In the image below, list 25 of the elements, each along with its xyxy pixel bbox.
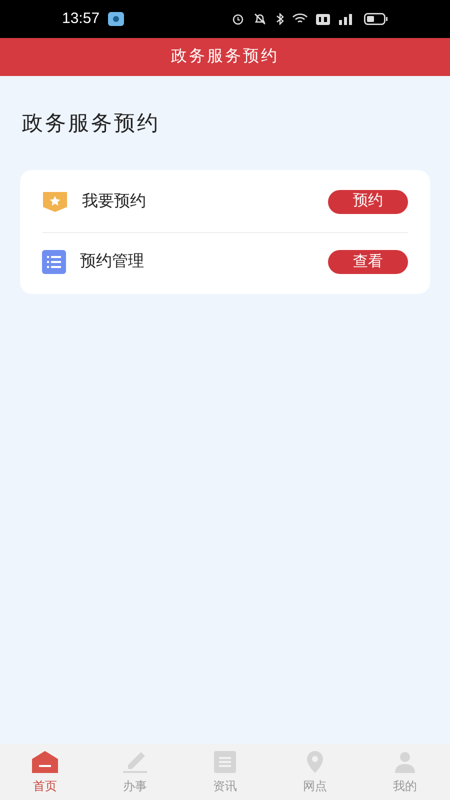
action-button[interactable]: 查看 <box>328 250 408 274</box>
wifi-icon <box>292 13 308 25</box>
alarm-icon <box>232 13 244 25</box>
list-icon <box>42 250 66 274</box>
mute-icon <box>252 13 268 25</box>
bluetooth-icon <box>276 13 284 25</box>
battery-icon <box>364 13 388 25</box>
person-icon <box>393 750 417 774</box>
star-badge-icon <box>42 190 68 212</box>
tab-item[interactable]: 办事 <box>90 744 180 800</box>
status-time: 13:57 <box>62 8 100 29</box>
service-label: 我要预约 <box>82 192 146 212</box>
tab-item[interactable]: 网点 <box>270 744 360 800</box>
location-pin-icon <box>305 750 325 774</box>
home-icon <box>31 750 59 774</box>
tab-item[interactable]: 我的 <box>360 744 450 800</box>
header-title: 政务服务预约 <box>171 47 279 67</box>
document-icon <box>213 750 237 774</box>
page-title: 政务服务预约 <box>22 111 160 137</box>
pencil-icon <box>121 750 149 774</box>
service-label: 预约管理 <box>80 252 144 272</box>
tab-item[interactable]: 首页 <box>0 744 90 800</box>
action-button[interactable]: 预约 <box>328 190 408 214</box>
eye-icon <box>108 12 124 26</box>
tab-item[interactable]: 资讯 <box>180 744 270 800</box>
